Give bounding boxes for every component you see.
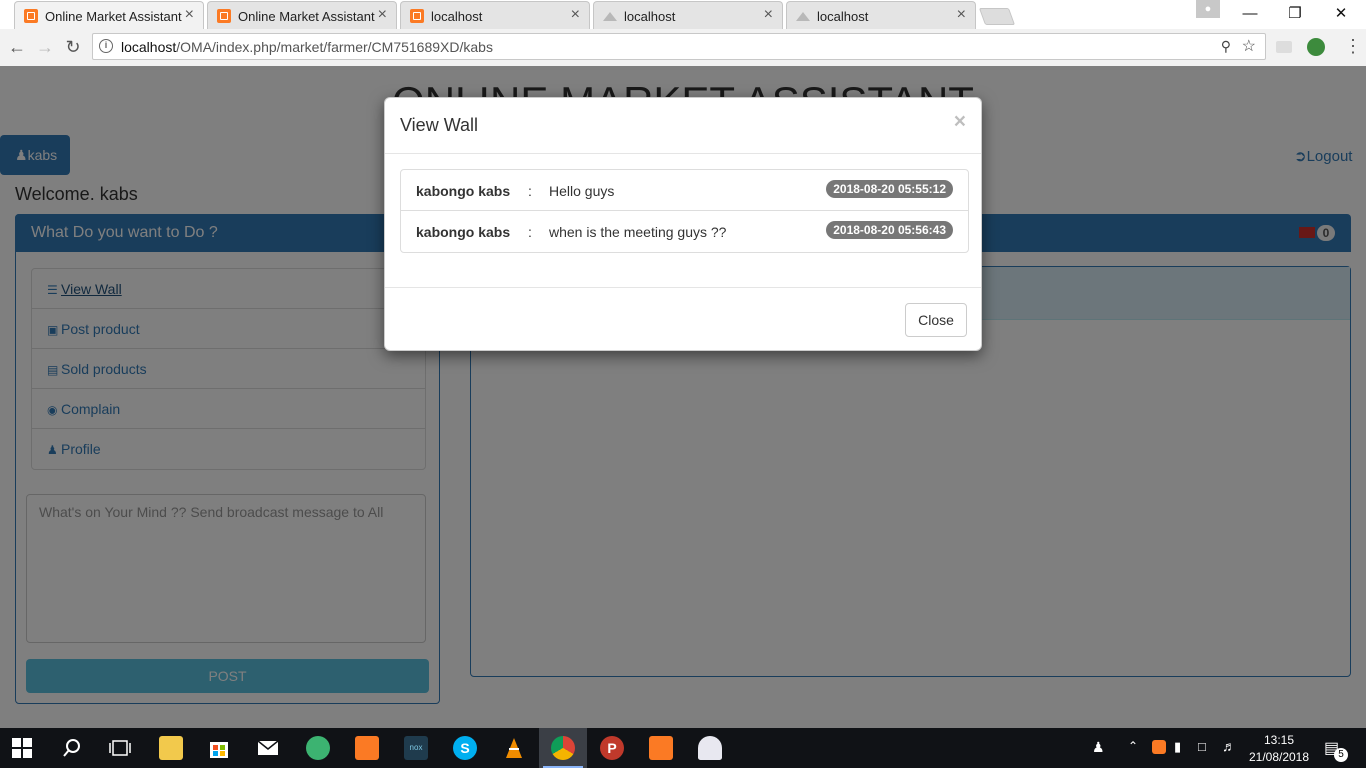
tab-localhost-2[interactable]: localhost × [593,1,783,29]
extension-globe-icon[interactable] [1307,38,1325,56]
message-separator: : [528,183,532,199]
task-view-icon[interactable] [108,736,132,760]
tab-online-market-assistant-2[interactable]: Online Market Assistant × [207,1,397,29]
profile-icon[interactable]: ● [1196,0,1220,18]
search-icon[interactable] [60,736,84,760]
postman-icon[interactable]: P [600,736,624,760]
phpmyadmin-icon [796,9,810,23]
bookmark-star-icon[interactable]: ☆ [1242,36,1256,56]
xampp-control-icon[interactable] [649,736,673,760]
clock-time[interactable]: 13:15 [1244,733,1314,747]
atom-icon[interactable] [306,736,330,760]
tab-strip: Online Market Assistant × Online Market … [0,0,1366,29]
modal-title: View Wall [400,115,479,135]
message-author: kabongo kabs [416,183,511,199]
modal-header: View Wall × [385,98,981,154]
message-text: when is the meeting guys ?? [549,224,727,240]
message-separator: : [528,224,532,240]
message-text: Hello guys [549,183,615,199]
tab-localhost-3[interactable]: localhost × [786,1,976,29]
reload-icon[interactable]: ↻ [62,36,84,58]
tab-close-icon[interactable]: × [571,6,580,24]
battery-icon[interactable]: ▮ [1174,739,1181,755]
browser-toolbar: ← → ↻ i localhost/OMA/index.php/market/f… [0,29,1366,67]
message-author: kabongo kabs [416,224,511,240]
tab-online-market-assistant-1[interactable]: Online Market Assistant × [14,1,204,29]
file-explorer-icon[interactable] [159,736,183,760]
extension-icon[interactable] [1276,41,1292,53]
clock-date[interactable]: 21/08/2018 [1244,750,1314,764]
list-item: kabongo kabs : when is the meeting guys … [401,211,968,252]
tab-title: Online Market Assistant [45,9,182,24]
xampp-icon [410,9,424,23]
volume-icon[interactable]: ♬ [1222,738,1236,754]
forward-icon[interactable]: → [34,36,56,58]
info-icon[interactable]: i [99,39,113,53]
maximize-button[interactable]: ❐ [1272,0,1318,29]
tab-title: localhost [817,9,869,24]
mail-icon[interactable] [256,736,280,760]
back-icon[interactable]: ← [6,36,28,58]
phpmyadmin-icon [603,9,617,23]
nox-icon[interactable]: nox [404,736,428,760]
tab-close-icon[interactable]: × [378,6,387,24]
list-item: kabongo kabs : Hello guys 2018-08-20 05:… [401,170,968,211]
tab-title: localhost [624,9,676,24]
close-button[interactable]: Close [905,303,967,337]
close-window-button[interactable]: ✕ [1318,0,1364,29]
wall-message-list: kabongo kabs : Hello guys 2018-08-20 05:… [400,169,969,253]
windows-start-icon[interactable] [12,738,32,758]
xampp-icon [24,9,38,23]
chevron-up-icon[interactable]: ⌃ [1128,739,1138,753]
timestamp-badge: 2018-08-20 05:56:43 [826,221,953,239]
timestamp-badge: 2018-08-20 05:55:12 [826,180,953,198]
notification-count-badge: 5 [1334,748,1348,762]
network-icon[interactable]: □ [1198,739,1206,754]
view-wall-modal: View Wall × kabongo kabs : Hello guys 20… [384,97,982,351]
tab-localhost-1[interactable]: localhost × [400,1,590,29]
tab-close-icon[interactable]: × [764,6,773,24]
minimize-button[interactable]: — [1227,0,1273,29]
taskbar: nox S P ♟ ⌃ ▮ □ ♬ 13:15 21/08/2018 ▤ 5 [0,728,1366,768]
tab-title: Online Market Assistant [238,9,375,24]
tab-close-icon[interactable]: × [957,6,966,24]
store-icon[interactable] [207,736,231,760]
xampp-tray-icon[interactable] [1152,740,1166,754]
address-bar[interactable]: i localhost/OMA/index.php/market/farmer/… [92,33,1266,60]
skype-icon[interactable]: S [453,736,477,760]
xampp-icon [217,9,231,23]
vlc-icon[interactable] [502,736,526,760]
key-icon[interactable]: ⚲ [1221,38,1231,55]
menu-dots-icon[interactable]: ⋮ [1344,37,1362,55]
xampp-icon[interactable] [355,736,379,760]
url-text: localhost/OMA/index.php/market/farmer/CM… [121,39,493,55]
close-icon[interactable]: × [954,110,966,134]
snipping-tool-icon[interactable] [698,736,722,760]
tab-title: localhost [431,9,483,24]
people-icon[interactable]: ♟ [1092,739,1105,756]
chrome-icon[interactable] [551,736,575,760]
tab-close-icon[interactable]: × [185,6,194,24]
new-tab-button[interactable] [978,8,1016,25]
modal-footer: Close [385,287,981,351]
